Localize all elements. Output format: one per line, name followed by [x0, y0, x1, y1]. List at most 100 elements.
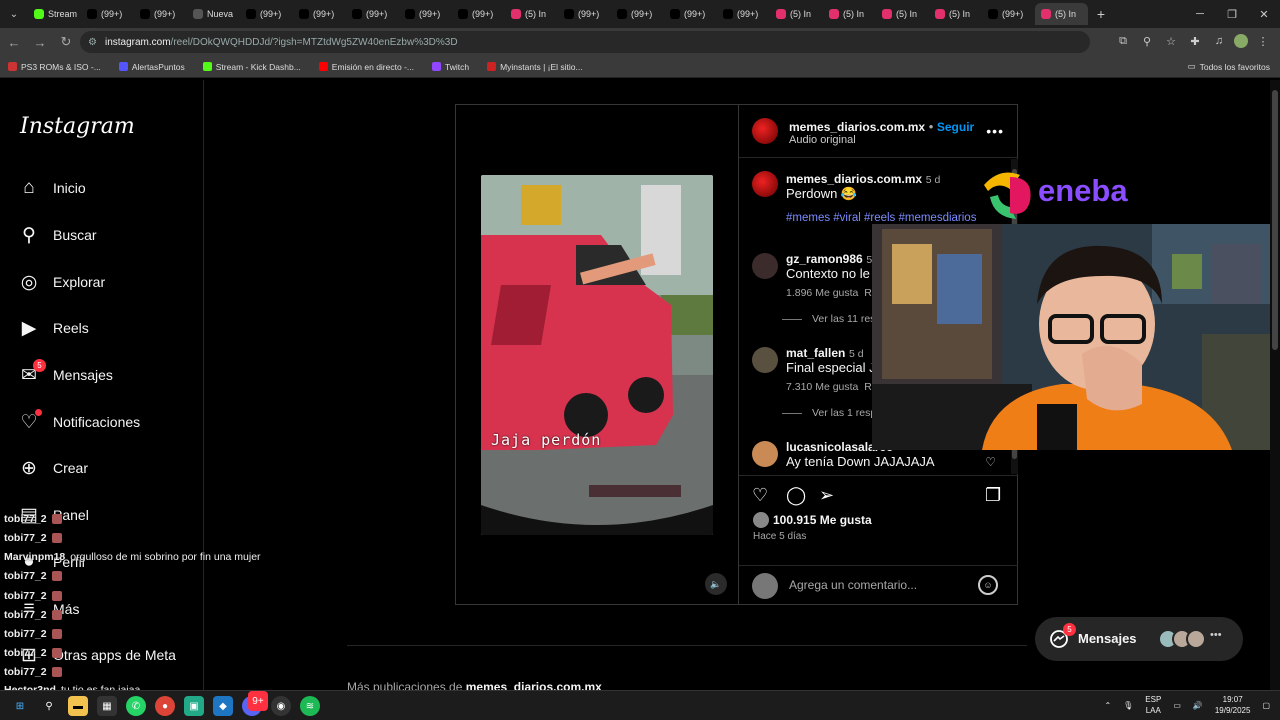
extensions-icon[interactable]: ✚ [1186, 32, 1204, 50]
sidebar-item-crear[interactable]: ⊕ Crear [18, 456, 88, 480]
notifications-icon[interactable]: ▢ [1262, 701, 1270, 710]
comment-username[interactable]: mat_fallen [786, 346, 845, 360]
clock[interactable]: 19:07 19/9/2025 [1215, 694, 1251, 716]
bookmark-item[interactable]: Twitch [431, 62, 469, 72]
forward-icon[interactable]: → [28, 30, 52, 54]
mic-icon[interactable]: 🎙 [1123, 701, 1133, 710]
likes-row[interactable]: 100.915 Me gusta [753, 512, 872, 528]
tray-chevron-icon[interactable]: ⌃ [1104, 701, 1111, 710]
obs-icon[interactable]: ◉ [271, 696, 291, 716]
browser-tab[interactable]: (99+) [240, 3, 293, 25]
emoji-icon[interactable]: ☺ [978, 575, 998, 595]
app-icon[interactable]: ▣ [184, 696, 204, 716]
tab-search-icon[interactable]: ⌄ [0, 0, 28, 28]
back-icon[interactable]: ← [2, 30, 26, 54]
sidebar-item-explorar[interactable]: ◎ Explorar [18, 270, 105, 294]
sidebar-item-notificaciones[interactable]: ♡ Notificaciones [18, 409, 140, 434]
volume-icon[interactable]: 🔊 [1193, 701, 1203, 710]
discord-icon[interactable]: ☺9+ [242, 691, 268, 716]
media-icon[interactable]: ♫ [1210, 32, 1228, 50]
chat-message: tobi77_2 [4, 647, 62, 659]
view-replies[interactable]: Ver las 1 resp [782, 407, 878, 419]
sidebar-item-reels[interactable]: ▶ Reels [18, 316, 89, 340]
author-avatar[interactable] [752, 118, 778, 144]
bookmark-item[interactable]: Stream - Kick Dashb... [202, 62, 301, 72]
follow-button[interactable]: Seguir [937, 120, 974, 134]
browser-tab[interactable]: (99+) [293, 3, 346, 25]
browser-tab[interactable]: (99+) [81, 3, 134, 25]
profile-avatar[interactable] [1234, 34, 1248, 48]
site-info-icon[interactable]: ⚙ [88, 37, 97, 48]
browser-tab[interactable]: (5) In [823, 3, 876, 25]
reel-video[interactable]: Jaja perdón 🔈 [456, 105, 738, 604]
browser-tab[interactable]: (5) In [929, 3, 982, 25]
close-icon[interactable]: ✕ [1248, 0, 1280, 28]
browser-tab[interactable]: (99+) [346, 3, 399, 25]
author-username[interactable]: memes_diarios.com.mx [789, 120, 925, 134]
restore-icon[interactable]: ❐ [1216, 0, 1248, 28]
network-icon[interactable]: ▭ [1173, 701, 1181, 710]
vscode-icon[interactable]: ◆ [213, 696, 233, 716]
browser-tab[interactable]: (99+) [134, 3, 187, 25]
all-bookmarks[interactable]: ▭ Todos los favoritos [1188, 61, 1270, 72]
save-icon[interactable]: ❐ [985, 485, 1001, 506]
browser-menu-icon[interactable]: ⋮ [1254, 32, 1272, 50]
sidebar-item-buscar[interactable]: ⚲ Buscar [18, 223, 97, 247]
file-explorer-icon[interactable]: ▬ [68, 696, 88, 716]
browser-tab[interactable]: (99+) [399, 3, 452, 25]
bookmark-star-icon[interactable]: ☆ [1162, 32, 1180, 50]
page-scrollbar[interactable] [1270, 80, 1280, 690]
bookmark-item[interactable]: PS3 ROMs & ISO -... [8, 62, 101, 72]
browser-tab[interactable]: (5) In [1035, 3, 1088, 25]
comment-input[interactable]: Agrega un comentario... [789, 578, 917, 592]
browser-tab[interactable]: (99+) [558, 3, 611, 25]
view-replies[interactable]: Ver las 11 resp [782, 313, 881, 325]
store-icon[interactable]: ▦ [97, 696, 117, 716]
page-scroll-thumb[interactable] [1272, 90, 1278, 350]
comment-icon[interactable]: ◯ [786, 485, 806, 506]
caption-username[interactable]: memes_diarios.com.mx [786, 172, 922, 186]
bookmark-item[interactable]: AlertasPuntos [118, 62, 185, 72]
address-bar[interactable]: ⚙ instagram.com/reel/DOkQWQHDDJd/?igsh=M… [80, 31, 1090, 53]
comment-username[interactable]: gz_ramon986 [786, 252, 863, 266]
commenter-avatar[interactable] [752, 441, 778, 467]
chrome-icon[interactable]: ● [155, 696, 175, 716]
mute-icon[interactable]: 🔈 [705, 573, 727, 595]
share-icon[interactable]: ➢ [819, 485, 834, 506]
reload-icon[interactable]: ↻ [54, 30, 78, 54]
minimize-icon[interactable]: ─ [1184, 0, 1216, 28]
audio-label[interactable]: Audio original [789, 134, 856, 146]
browser-tab[interactable]: Nueva [187, 3, 240, 25]
commenter-avatar[interactable] [752, 347, 778, 373]
like-icon[interactable]: ♡ [752, 485, 768, 506]
commenter-avatar[interactable] [752, 253, 778, 279]
whatsapp-icon[interactable]: ✆ [126, 696, 146, 716]
language-indicator[interactable]: ESP LAA [1145, 694, 1161, 716]
new-tab-button[interactable]: + [1088, 6, 1114, 22]
caption-avatar[interactable] [752, 171, 778, 197]
spotify-icon[interactable]: ≋ [300, 696, 320, 716]
browser-tab[interactable]: (99+) [611, 3, 664, 25]
browser-tab[interactable]: (99+) [664, 3, 717, 25]
windows-start-icon[interactable]: ⊞ [10, 696, 30, 716]
browser-tab[interactable]: (99+) [982, 3, 1035, 25]
bookmark-item[interactable]: Myinstants | ¡El sitio... [487, 62, 583, 72]
sidebar-item-inicio[interactable]: ⌂ Inicio [18, 176, 85, 200]
bookmark-item[interactable]: Emisión en directo -... [318, 62, 414, 72]
browser-tab[interactable]: Stream [28, 3, 81, 25]
messages-pill[interactable]: 5 Mensajes ••• [1035, 617, 1243, 661]
sidebar-item-mensajes[interactable]: ✉ 5 Mensajes [18, 359, 113, 387]
browser-tab[interactable]: (5) In [770, 3, 823, 25]
browser-tab[interactable]: (99+) [452, 3, 505, 25]
zoom-icon[interactable]: ⚲ [1138, 32, 1156, 50]
browser-tab[interactable]: (5) In [505, 3, 558, 25]
instagram-logo[interactable]: Instagram [20, 114, 135, 139]
taskbar-search-icon[interactable]: ⚲ [39, 696, 59, 716]
browser-tab[interactable]: (5) In [876, 3, 929, 25]
browser-tab[interactable]: (99+) [717, 3, 770, 25]
more-options-icon[interactable]: ••• [986, 123, 1004, 139]
install-icon[interactable]: ⧉ [1114, 32, 1132, 50]
hashtags[interactable]: #memes #viral #reels #memesdiarios [786, 212, 976, 224]
video-frame[interactable]: Jaja perdón [481, 175, 713, 535]
like-comment-icon[interactable]: ♡ [985, 455, 996, 469]
